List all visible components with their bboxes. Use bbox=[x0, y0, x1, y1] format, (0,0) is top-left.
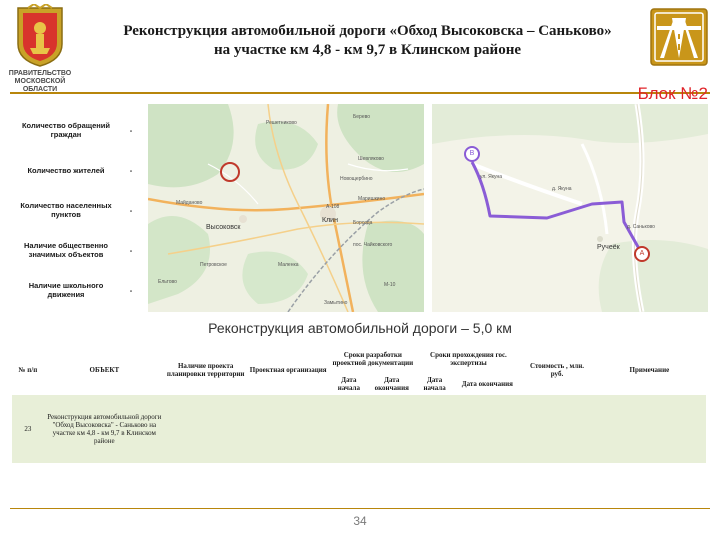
overview-map[interactable]: Решетниково Берево Шевляково Новощербино… bbox=[148, 104, 424, 312]
page-title: Реконструкция автомобильной дороги «Обхо… bbox=[95, 22, 640, 60]
route-end-marker[interactable]: A bbox=[634, 246, 650, 262]
title-line1: Реконструкция автомобильной дороги «Обхо… bbox=[123, 23, 612, 39]
gov-label-line2: МОСКОВСКОЙ bbox=[14, 78, 66, 85]
map-label-petrovskoe: Петровское bbox=[200, 262, 227, 268]
map-label-street3: д. Саньково bbox=[627, 224, 655, 230]
map-label-novoshcherbino: Новощербино bbox=[340, 176, 373, 182]
cell-start1 bbox=[329, 395, 368, 463]
map-label-rucheyok: Ручеёк bbox=[597, 244, 620, 251]
map-label-road-a108: А-108 bbox=[326, 204, 340, 210]
col-header-design-dates: Сроки разработки проектной документации bbox=[329, 345, 416, 373]
col-header-cost: Стоимость , млн. руб. bbox=[521, 345, 593, 395]
page-number: 34 bbox=[353, 514, 367, 528]
title-line2: на участке км 4,8 - км 9,7 в Клинском ра… bbox=[213, 42, 522, 58]
col-header-org: Проектная организация bbox=[246, 345, 330, 395]
stats-value: - bbox=[129, 245, 133, 255]
cell-object: Реконструкция автомобильной дороги "Обхо… bbox=[43, 395, 165, 463]
stats-label: Наличие общественно значимых объектов bbox=[24, 241, 108, 259]
stats-value: - bbox=[129, 125, 133, 135]
stats-value: - bbox=[129, 285, 133, 295]
stats-row: Количество жителей - bbox=[12, 150, 142, 190]
map-label-zamytino: Замытино bbox=[324, 300, 348, 306]
coat-of-arms-icon bbox=[14, 2, 66, 68]
stats-label: Наличие школьного движения bbox=[28, 281, 104, 299]
cell-end2 bbox=[453, 395, 522, 463]
map-label-berevo: Берево bbox=[353, 114, 371, 120]
project-table: № п/п ОБЪЕКТ Наличие проекта планировки … bbox=[12, 345, 706, 463]
cell-end1 bbox=[367, 395, 416, 463]
government-label: ПРАВИТЕЛЬСТВО МОСКОВСКОЙ ОБЛАСТИ bbox=[6, 70, 74, 94]
col-header-expert-dates: Сроки прохождения гос. экспертизы bbox=[415, 345, 522, 373]
route-start-marker[interactable]: B bbox=[464, 146, 480, 162]
map-label-eltsovo: Ельтово bbox=[158, 279, 177, 285]
stats-row: Наличие школьного движения - bbox=[12, 270, 142, 310]
stats-table: Количество обращений граждан - Количеств… bbox=[12, 110, 142, 310]
map-label-marishkino: Маришкино bbox=[358, 196, 386, 202]
map-label-street1: ул. Якуна bbox=[480, 174, 502, 180]
stats-label: Количество населенных пунктов bbox=[20, 201, 112, 219]
stats-row: Наличие общественно значимых объектов - bbox=[12, 230, 142, 270]
cell-plan bbox=[164, 395, 247, 463]
map-label-maydanovo: Майданово bbox=[176, 200, 203, 206]
col-header-start1: Дата начала bbox=[329, 373, 368, 395]
cell-note bbox=[592, 395, 706, 463]
project-subtitle: Реконструкция автомобильной дороги – 5,0… bbox=[208, 320, 512, 336]
col-header-end2: Дата окончания bbox=[453, 373, 522, 395]
map-label-street2: д. Якуна bbox=[552, 186, 572, 192]
map-label-malenka: Маленка bbox=[278, 262, 299, 268]
map-label-klin: Клин bbox=[322, 217, 338, 224]
stats-value: - bbox=[129, 205, 133, 215]
cell-num: 23 bbox=[12, 395, 44, 463]
route-detail-map[interactable]: ул. Якуна д. Якуна д. Саньково Ручеёк B … bbox=[432, 104, 708, 312]
project-location-marker[interactable] bbox=[220, 162, 240, 182]
col-header-num: № п/п bbox=[12, 345, 44, 395]
cell-org bbox=[246, 395, 330, 463]
stats-row: Количество населенных пунктов - bbox=[12, 190, 142, 230]
map-label-borozda: Борозда bbox=[353, 220, 373, 226]
map-label-vysokovsk: Высоковск bbox=[206, 224, 241, 231]
footer-divider bbox=[10, 508, 710, 509]
cell-cost bbox=[521, 395, 593, 463]
stats-value: - bbox=[129, 165, 133, 175]
map-label-shevlyakovo: Шевляково bbox=[358, 156, 384, 162]
block-label: Блок №2 bbox=[637, 84, 708, 103]
table-row[interactable]: 23 Реконструкция автомобильной дороги "О… bbox=[12, 395, 706, 463]
col-header-note: Примечание bbox=[592, 345, 706, 395]
road-logo-icon bbox=[650, 8, 708, 66]
col-header-plan: Наличие проекта планировки территории bbox=[164, 345, 247, 395]
stats-label: Количество жителей bbox=[27, 165, 105, 175]
table-header-row: № п/п ОБЪЕКТ Наличие проекта планировки … bbox=[12, 345, 706, 395]
stats-label: Количество обращений граждан bbox=[21, 121, 110, 139]
stats-row: Количество обращений граждан - bbox=[12, 110, 142, 150]
col-header-end1: Дата окончания bbox=[367, 373, 416, 395]
gov-label-line1: ПРАВИТЕЛЬСТВО bbox=[8, 70, 72, 77]
map-label-reshetnikovo: Решетниково bbox=[266, 120, 297, 126]
map-label-chaikovsky: пос. Чайковского bbox=[353, 242, 393, 248]
col-header-start2: Дата начала bbox=[415, 373, 454, 395]
map-label-road-m10: М-10 bbox=[384, 282, 396, 288]
cell-start2 bbox=[415, 395, 454, 463]
col-header-object: ОБЪЕКТ bbox=[43, 345, 165, 395]
